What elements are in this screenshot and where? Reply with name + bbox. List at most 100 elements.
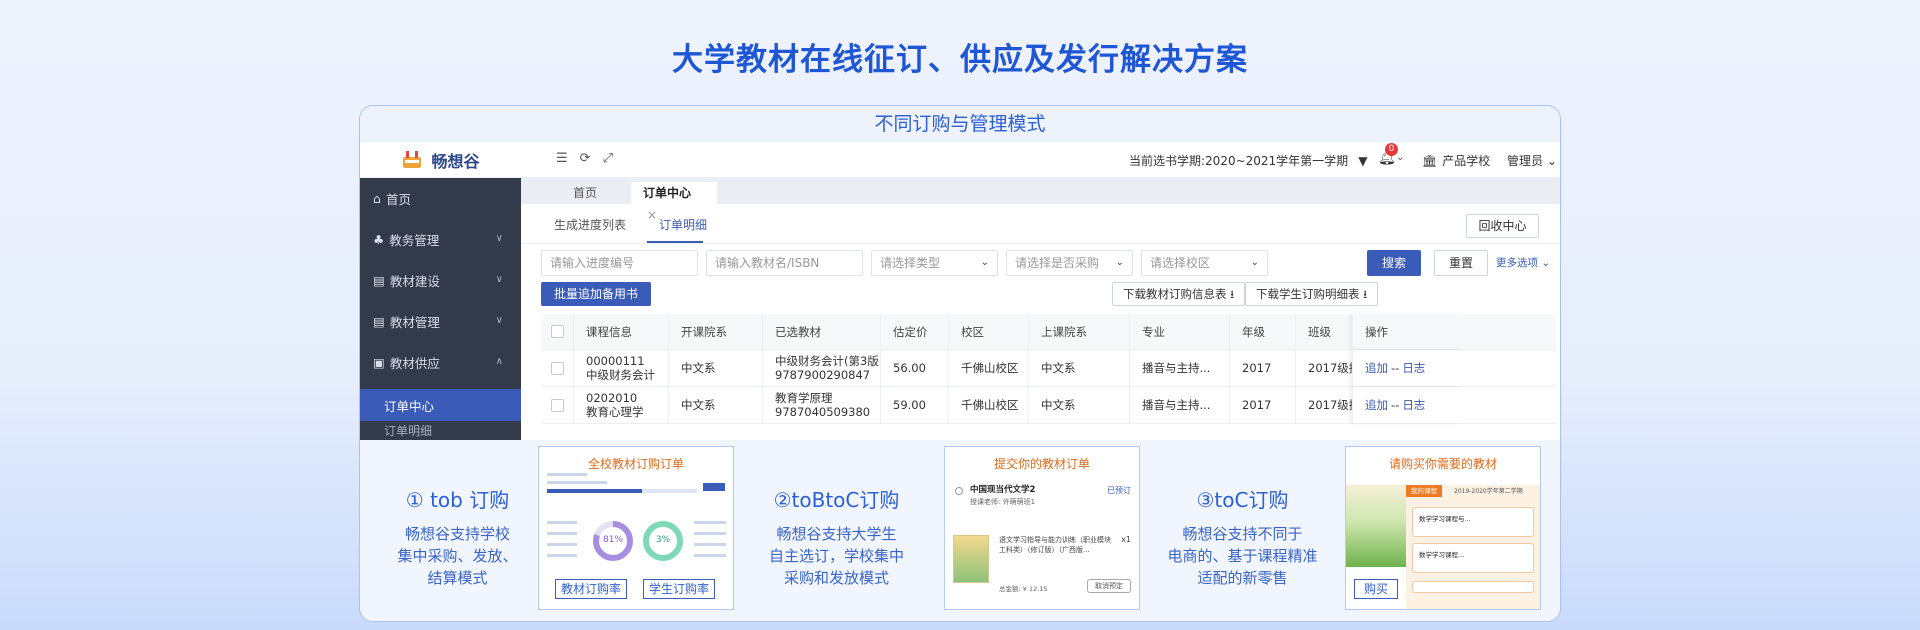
row-select-cell (541, 350, 573, 386)
chevron-down-icon: ⌄ (1250, 257, 1259, 268)
select-all-checkbox[interactable] (551, 325, 564, 338)
placeholder-line (694, 532, 726, 535)
table-header-row: 课程信息 开课院系 已选教材 估定价 校区 上课院系 专业 年级 班级 操作 (541, 314, 1556, 350)
campus-cell: 千佛山校区 (948, 350, 1028, 386)
tab-order-center[interactable]: 订单中心 × (631, 182, 717, 222)
sidebar-item-home[interactable]: ⌂ 首页 (360, 178, 521, 219)
download-icon: ⭳ (1230, 287, 1235, 301)
sidebar-item-supply[interactable]: ▣ 教材供应 ∧ (360, 342, 521, 383)
sidebar-subitem-order-center[interactable]: 订单中心 (360, 389, 521, 421)
sidebar-item-label: 教材建设 (389, 274, 440, 289)
tab-home[interactable]: 首页 (561, 182, 609, 204)
bank-icon: 🏛︎ (1422, 153, 1438, 168)
fullscreen-icon[interactable]: ⤢ (603, 151, 613, 166)
book-icon: ▤ (373, 314, 385, 329)
feature-title: ③toC订购 (1196, 488, 1289, 512)
placeholder-line (694, 543, 726, 546)
book-search-input[interactable]: 请输入教材名/ISBN (706, 250, 863, 276)
sidebar-item-management[interactable]: ▤ 教材管理 ∨ (360, 301, 521, 342)
grade-cell: 2017 (1229, 387, 1295, 423)
book-title: 数学学习课程与... (1419, 515, 1471, 523)
op-separator: -- (1391, 361, 1400, 375)
top-bar: 畅想谷 ☰ ⟳ ⤢ 当前选书学期:2020~2021学年第一学期 ▼ 🔔︎ 0 … (360, 142, 1560, 178)
row-checkbox[interactable] (551, 398, 564, 412)
progress-fill (547, 489, 642, 493)
batch-add-spare-button[interactable]: 批量追加备用书 (541, 282, 651, 306)
preview-title: 请购买你需要的教材 (1388, 457, 1497, 471)
menu-collapse-icon[interactable]: ☰ (556, 151, 568, 166)
order-status: 已预订 (1107, 486, 1131, 495)
add-link[interactable]: 追加 (1365, 361, 1388, 375)
subtab-order-detail[interactable]: 订单明细 (659, 216, 707, 233)
feature-tob: ① tob 订购 畅想谷支持学校 集中采购、发放、 结算模式 (370, 484, 545, 589)
recycle-center-button[interactable]: 回收中心 (1466, 214, 1539, 238)
progress-number-input[interactable]: 请输入进度编号 (541, 250, 698, 276)
user-name: 管理员 (1507, 154, 1544, 168)
feature-desc-line: 畅想谷支持学校 (404, 525, 510, 543)
main-content: 首页 订单中心 × 生成进度列表 订单明细 回收中心 请输入进度编号 请输入教材… (521, 178, 1560, 440)
subtab-underline (647, 241, 703, 243)
sidebar-subitem-order-detail[interactable]: 订单明细 (360, 421, 521, 440)
buy-button[interactable]: 购买 (1354, 579, 1398, 599)
chevron-down-icon: ⌄ (1546, 154, 1557, 168)
price-cell: 56.00 (880, 350, 948, 386)
dept-cell: 中文系 (668, 350, 762, 386)
users-icon: ♣ (373, 232, 385, 247)
more-options-link[interactable]: 更多选项 ⌄ (1496, 255, 1550, 270)
sidebar-item-label: 教务管理 (389, 233, 440, 248)
user-menu[interactable]: 管理员 ⌄ (1507, 152, 1557, 169)
select-placeholder: 请选择类型 (880, 256, 941, 270)
book-title: 数学学习课程... (1419, 551, 1465, 559)
table-row: 0202010 教育心理学 中文系 教育学原理 9787040509380 59… (541, 387, 1556, 424)
search-button[interactable]: 搜索 (1367, 250, 1421, 276)
row-checkbox[interactable] (551, 361, 564, 375)
purchase-select[interactable]: 请选择是否采购 ⌄ (1006, 250, 1133, 276)
log-link[interactable]: 日志 (1402, 398, 1425, 412)
sidebar-item-construction[interactable]: ▤ 教材建设 ∨ (360, 260, 521, 301)
table-header-cell: 已选教材 (762, 314, 880, 349)
subtab-progress-list[interactable]: 生成进度列表 (554, 216, 626, 233)
feature-desc-line: 畅想谷支持不同于 (1182, 525, 1303, 543)
placeholder-line (547, 521, 577, 524)
page-headline: 大学教材在线征订、供应及发行解决方案 (672, 42, 1248, 78)
term-label: 2019-2020学年第二学期 (1454, 488, 1523, 495)
book-order-rate-button[interactable]: 教材订购率 (555, 579, 627, 599)
table-row: 00000111 中级财务会计 中文系 中级财务会计(第3版 978790029… (541, 350, 1556, 387)
brand-logo[interactable]: 畅想谷 (360, 142, 521, 178)
type-select[interactable]: 请选择类型 ⌄ (871, 250, 998, 276)
add-link[interactable]: 追加 (1365, 398, 1388, 412)
table-header-cell: 专业 (1129, 314, 1229, 349)
student-order-rate-button[interactable]: 学生订购率 (643, 579, 715, 599)
book-card[interactable]: 数学学习课程... (1412, 543, 1534, 573)
download-student-detail-button[interactable]: 下载学生订购明细表 ⭳ (1245, 282, 1379, 306)
app-screenshot: 畅想谷 ☰ ⟳ ⤢ 当前选书学期:2020~2021学年第一学期 ▼ 🔔︎ 0 … (360, 142, 1560, 440)
book-cover (953, 535, 989, 583)
refresh-icon[interactable]: ⟳ (580, 151, 591, 166)
brand-name: 畅想谷 (431, 152, 480, 171)
log-link[interactable]: 日志 (1402, 361, 1425, 375)
feature-desc-line: 采购和发放模式 (783, 569, 889, 587)
tab-label: 订单中心 (643, 186, 692, 200)
course-name: 中国现当代文学2 (970, 485, 1036, 495)
download-book-info-button[interactable]: 下载教材订购信息表 ⭳ (1112, 282, 1246, 306)
sidebar-item-academic[interactable]: ♣ 教务管理 ∨ (360, 219, 521, 260)
book-card[interactable]: 数学学习课程与... (1412, 507, 1534, 537)
table-header-cell: 上课院系 (1028, 314, 1129, 349)
school-selector[interactable]: 🏛︎ 产品学校 (1422, 152, 1490, 169)
add-course-button[interactable] (1412, 581, 1534, 593)
row-select-cell (541, 387, 573, 423)
reset-button[interactable]: 重置 (1434, 250, 1488, 276)
select-placeholder: 请选择是否采购 (1015, 256, 1100, 270)
radio-button[interactable] (955, 487, 963, 495)
subtab-bar: 生成进度列表 订单明细 回收中心 (521, 204, 1560, 244)
class-cell: 2017级播 (1295, 350, 1352, 386)
legend-block-right (694, 521, 726, 557)
book-cell: 中级财务会计(第3版 9787900290847 (762, 350, 880, 386)
term-selector[interactable]: 当前选书学期:2020~2021学年第一学期 ▼ (1129, 152, 1367, 169)
price-cell: 59.00 (880, 387, 948, 423)
basket-logo-icon (403, 151, 422, 168)
feature-card: 不同订购与管理模式 畅想谷 ☰ ⟳ ⤢ 当前选书学期:2020~2021学年第一… (359, 105, 1561, 622)
campus-select[interactable]: 请选择校区 ⌄ (1141, 250, 1268, 276)
cancel-reservation-button[interactable]: 取消预定 (1087, 579, 1131, 593)
button-label: 下载教材订购信息表 (1123, 287, 1227, 301)
